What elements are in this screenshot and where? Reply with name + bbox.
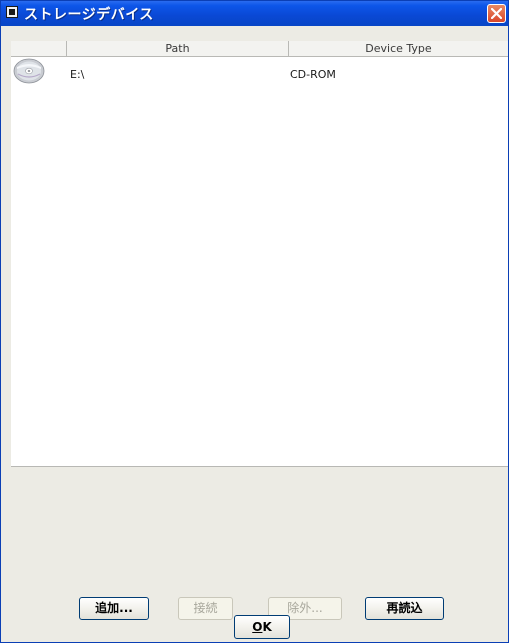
connect-button[interactable]: 接続 — [178, 597, 233, 620]
close-icon — [491, 8, 502, 19]
cell-path: E:\ — [70, 68, 85, 81]
ok-mnemonic: O — [252, 620, 263, 634]
left-panel-strip — [1, 26, 11, 642]
column-header-device-type[interactable]: Device Type — [289, 41, 508, 56]
window-app-icon — [6, 6, 18, 18]
divider — [11, 466, 508, 467]
column-header-icon[interactable] — [11, 41, 67, 56]
device-table: Path Device Type E:\ CD-ROM — [11, 41, 508, 466]
title-bar[interactable]: ストレージデバイス — [1, 1, 508, 26]
table-header: Path Device Type — [11, 41, 508, 57]
storage-devices-dialog: ストレージデバイス Path Device Type E:\ CD-ROM 追加… — [0, 0, 509, 643]
close-button[interactable] — [487, 4, 506, 23]
cell-device-type: CD-ROM — [290, 68, 336, 81]
ok-label: K — [262, 620, 272, 634]
column-header-path[interactable]: Path — [67, 41, 289, 56]
ok-button[interactable]: OK — [234, 615, 290, 639]
cd-rom-icon — [13, 58, 45, 84]
reload-button[interactable]: 再読込 — [365, 597, 444, 620]
window-title: ストレージデバイス — [24, 7, 154, 23]
table-row[interactable]: E:\ CD-ROM — [11, 57, 508, 87]
add-button[interactable]: 追加... — [79, 597, 149, 620]
